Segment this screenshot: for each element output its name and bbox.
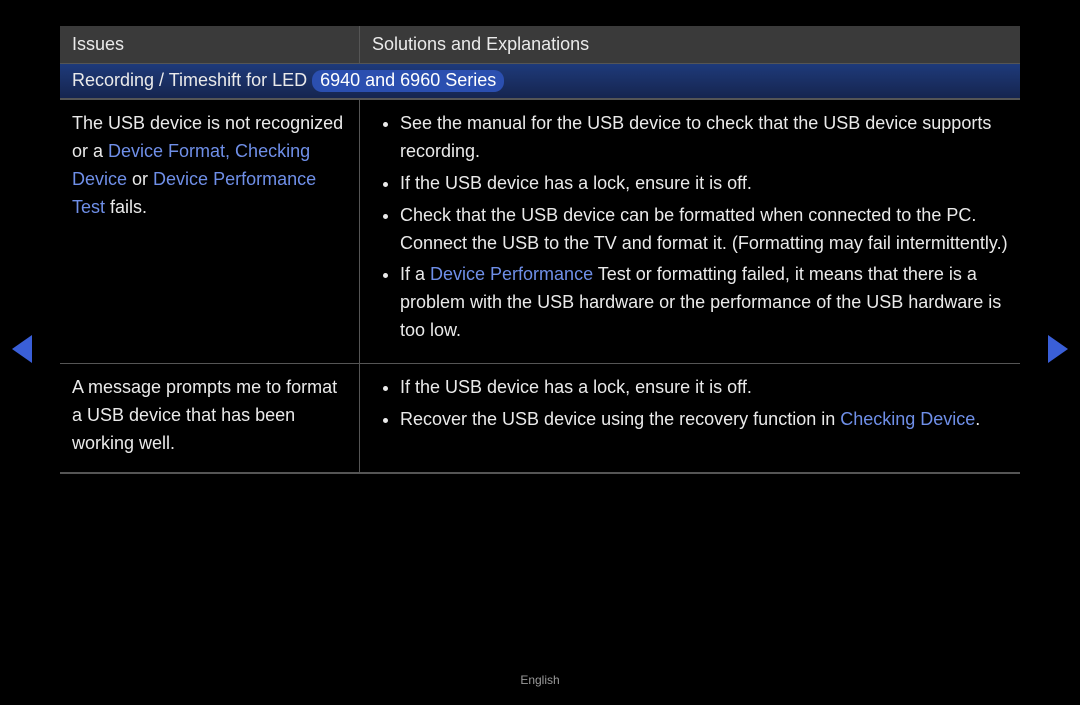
solution-cell: See the manual for the USB device to che… (360, 100, 1020, 363)
page-footer-language: English (0, 673, 1080, 687)
prev-page-arrow[interactable] (12, 335, 32, 363)
list-item-highlight: Device Performance (430, 264, 593, 284)
list-item: Check that the USB device can be formatt… (400, 202, 1008, 258)
section-header: Recording / Timeshift for LED 6940 and 6… (60, 64, 1020, 100)
table-header-row: Issues Solutions and Explanations (60, 26, 1020, 64)
issue-cell: The USB device is not recognized or a De… (60, 100, 360, 363)
section-title-prefix: Recording / Timeshift for LED (72, 70, 312, 90)
list-item-text: If a (400, 264, 430, 284)
list-item: See the manual for the USB device to che… (400, 110, 1008, 166)
list-item: If the USB device has a lock, ensure it … (400, 374, 1008, 402)
list-item-text: . (975, 409, 980, 429)
issue-text: fails. (105, 197, 147, 217)
issue-cell: A message prompts me to format a USB dev… (60, 364, 360, 472)
table-row: The USB device is not recognized or a De… (60, 100, 1020, 364)
issue-text: A message prompts me to format a USB dev… (72, 377, 337, 453)
issue-text: or (127, 169, 153, 189)
solution-list: See the manual for the USB device to che… (376, 110, 1008, 345)
series-tag: 6940 and 6960 Series (312, 70, 504, 92)
table-row: A message prompts me to format a USB dev… (60, 364, 1020, 474)
next-page-arrow[interactable] (1048, 335, 1068, 363)
solution-cell: If the USB device has a lock, ensure it … (360, 364, 1020, 472)
header-issues: Issues (60, 26, 360, 63)
list-item: If a Device Performance Test or formatti… (400, 261, 1008, 345)
list-item-highlight: Checking Device (840, 409, 975, 429)
content-table: Issues Solutions and Explanations Record… (60, 26, 1020, 474)
header-solutions: Solutions and Explanations (360, 26, 1020, 63)
list-item: Recover the USB device using the recover… (400, 406, 1008, 434)
list-item: If the USB device has a lock, ensure it … (400, 170, 1008, 198)
solution-list: If the USB device has a lock, ensure it … (376, 374, 1008, 434)
list-item-text: Recover the USB device using the recover… (400, 409, 840, 429)
